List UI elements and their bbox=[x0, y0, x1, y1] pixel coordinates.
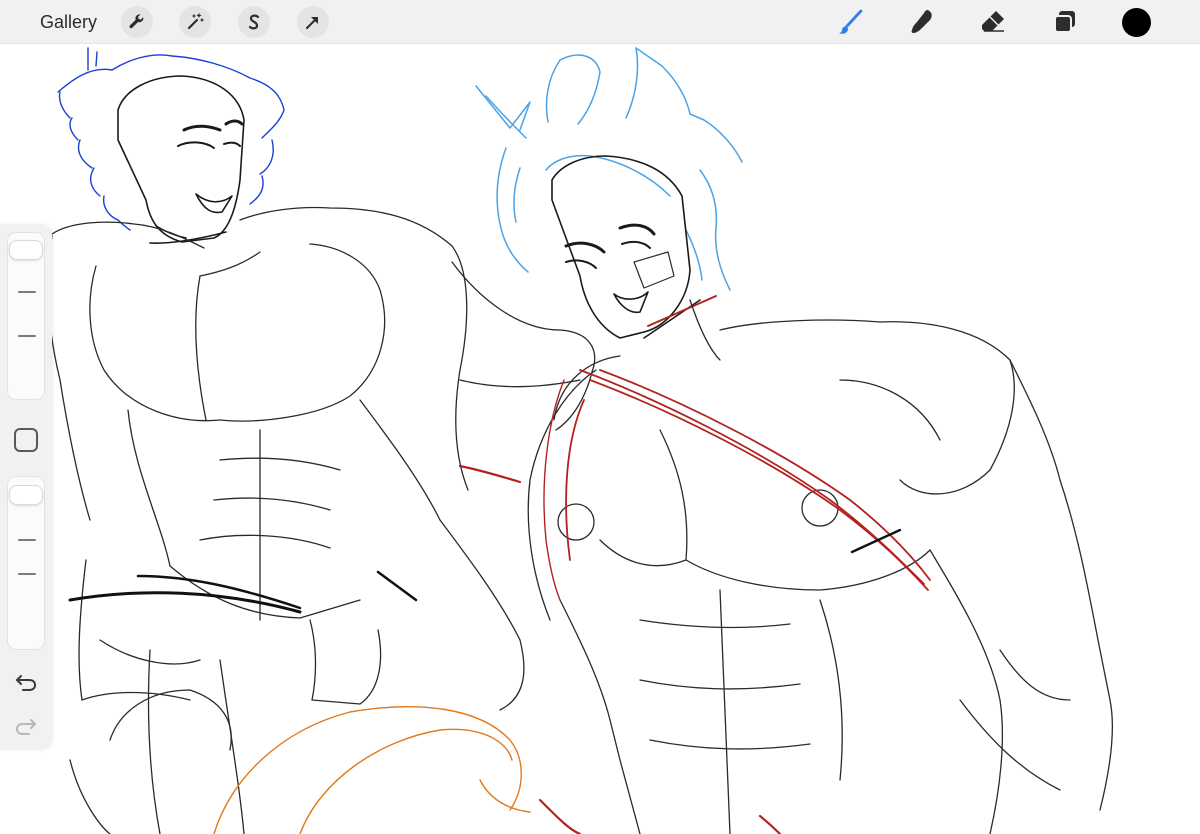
procreate-app: Gallery bbox=[0, 0, 1200, 834]
transform-button[interactable] bbox=[297, 6, 329, 38]
opacity-slider[interactable] bbox=[7, 476, 45, 650]
redo-arrow-icon bbox=[15, 719, 36, 735]
slider-tick bbox=[18, 291, 36, 293]
right-figure-bandage bbox=[633, 251, 675, 289]
opacity-handle[interactable] bbox=[9, 484, 43, 505]
eraser-tool[interactable] bbox=[978, 7, 1008, 37]
layers-icon bbox=[1054, 11, 1075, 33]
magic-wand-icon bbox=[187, 13, 204, 30]
square-modifier-icon[interactable] bbox=[14, 428, 38, 452]
drawing-canvas[interactable] bbox=[0, 44, 1200, 834]
top-toolbar: Gallery bbox=[0, 0, 1200, 44]
redo-button[interactable] bbox=[12, 714, 40, 738]
wrench-icon bbox=[129, 14, 144, 29]
left-figure-hair bbox=[57, 47, 285, 231]
orange-tail bbox=[213, 706, 531, 834]
brush-icon bbox=[839, 9, 863, 34]
brush-size-handle[interactable] bbox=[9, 240, 43, 261]
adjustments-button[interactable] bbox=[179, 6, 211, 38]
smudge-tool[interactable] bbox=[907, 7, 937, 37]
slider-tick bbox=[18, 335, 36, 337]
gallery-button[interactable]: Gallery bbox=[40, 10, 97, 34]
s-selection-icon bbox=[248, 14, 260, 30]
undo-button[interactable] bbox=[12, 670, 40, 694]
sketch-artwork bbox=[47, 47, 1114, 834]
undo-arrow-icon bbox=[16, 675, 37, 691]
left-figure-head bbox=[117, 75, 245, 244]
right-figure-head bbox=[551, 155, 701, 339]
red-strap bbox=[458, 369, 931, 834]
current-color-swatch[interactable] bbox=[1122, 8, 1151, 37]
eraser-icon bbox=[982, 11, 1004, 32]
brush-tool[interactable] bbox=[836, 7, 866, 37]
slider-tick bbox=[18, 539, 36, 541]
left-figure-waistband bbox=[68, 591, 302, 614]
left-sidebar bbox=[0, 224, 52, 750]
right-figure-body bbox=[527, 299, 1114, 834]
brush-size-slider[interactable] bbox=[7, 232, 45, 400]
right-figure-hair bbox=[475, 47, 743, 291]
left-figure-arm bbox=[309, 261, 596, 711]
layers-tool[interactable] bbox=[1050, 7, 1080, 37]
actions-button[interactable] bbox=[121, 6, 153, 38]
selection-button[interactable] bbox=[238, 6, 270, 38]
left-figure-body bbox=[47, 206, 469, 834]
smudge-finger-icon bbox=[911, 10, 932, 33]
slider-tick bbox=[18, 573, 36, 575]
arrow-cursor-icon bbox=[306, 17, 318, 29]
